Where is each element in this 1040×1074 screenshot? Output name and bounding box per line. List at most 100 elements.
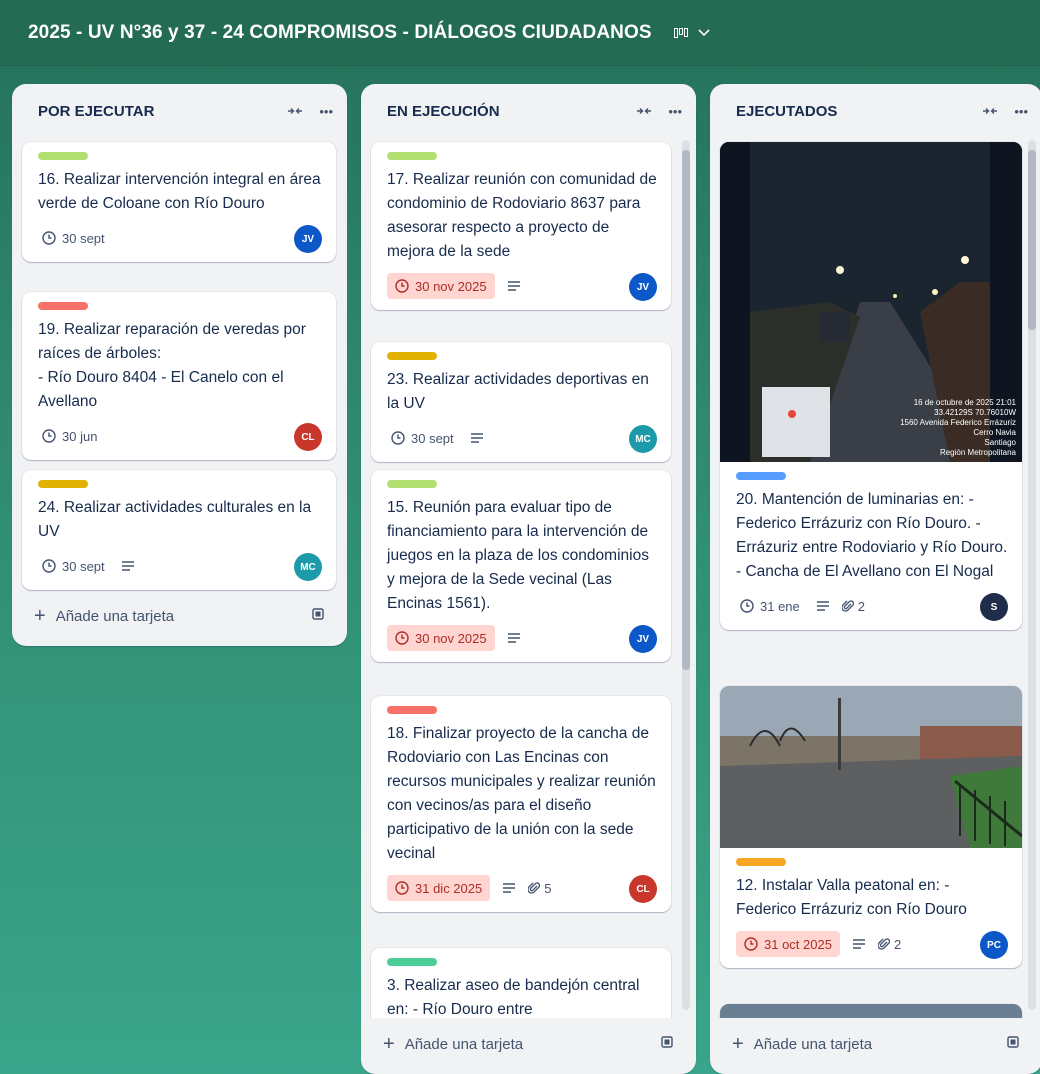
card-label[interactable] <box>387 706 437 714</box>
due-date-text: 30 sept <box>411 430 454 446</box>
card-label[interactable] <box>387 958 437 966</box>
card-title: 18. Finalizar proyecto de la cancha de R… <box>387 725 656 862</box>
card-title: 3. Realizar aseo de bandejón central en:… <box>387 977 640 1018</box>
due-date-text: 31 dic 2025 <box>415 880 483 896</box>
description-icon <box>502 882 516 894</box>
clock-icon <box>740 599 754 613</box>
list-por-ejecutar: POR EJECUTAR ••• 16. Realizar intervenci… <box>12 84 347 646</box>
paperclip-icon <box>841 600 854 612</box>
board-title[interactable]: 2025 - UV N°36 y 37 - 24 COMPROMISOS - D… <box>28 22 652 44</box>
member-avatar[interactable]: CL <box>629 875 657 903</box>
card[interactable]: 17. Realizar reunión con comunidad de co… <box>371 142 671 310</box>
card[interactable]: 16 de octubre de 2025 21:01 33.42129S 70… <box>720 142 1022 630</box>
card-title: 12. Instalar Valla peatonal en: - Federi… <box>736 877 967 918</box>
list-menu-icon[interactable]: ••• <box>319 104 333 119</box>
attachment-badge: 2 <box>877 936 902 952</box>
board-lists: POR EJECUTAR ••• 16. Realizar intervenci… <box>12 84 1040 1074</box>
add-card-button[interactable]: + Añade una tarjeta <box>22 598 337 634</box>
member-avatar[interactable]: JV <box>629 273 657 301</box>
add-card-button[interactable]: + Añade una tarjeta <box>371 1026 686 1062</box>
clock-icon <box>395 631 409 645</box>
view-switcher[interactable] <box>673 27 710 38</box>
photo-geotag-caption: 16 de octubre de 2025 21:01 33.42129S 70… <box>900 398 1016 457</box>
plus-icon: + <box>732 1032 744 1055</box>
add-card-label: Añade una tarjeta <box>55 607 175 625</box>
attachment-count: 5 <box>544 880 552 896</box>
card-label[interactable] <box>38 480 88 488</box>
member-avatar[interactable]: MC <box>629 425 657 453</box>
card-title: 23. Realizar actividades deportivas en l… <box>387 371 649 412</box>
list-header: EJECUTADOS ••• <box>710 84 1040 138</box>
card-label[interactable] <box>387 480 437 488</box>
card-label[interactable] <box>736 858 786 866</box>
card-template-icon[interactable] <box>311 607 325 625</box>
card[interactable]: 23. Realizar actividades deportivas en l… <box>371 342 671 462</box>
due-date-badge[interactable]: 30 nov 2025 <box>387 625 495 651</box>
add-card-label: Añade una tarjeta <box>753 1035 873 1053</box>
add-card-label: Añade una tarjeta <box>404 1035 524 1053</box>
card-title: 15. Reunión para evaluar tipo de financi… <box>387 499 649 612</box>
description-icon <box>507 280 521 292</box>
board-header: 2025 - UV N°36 y 37 - 24 COMPROMISOS - D… <box>0 0 1040 66</box>
street-fence-photo <box>720 686 1022 848</box>
card[interactable]: 16. Realizar intervención integral en ár… <box>22 142 336 262</box>
due-date-badge[interactable]: 31 ene <box>736 593 804 619</box>
description-icon <box>470 432 484 444</box>
card-template-icon[interactable] <box>1006 1035 1020 1053</box>
collapse-list-icon[interactable] <box>982 106 998 116</box>
chevron-down-icon <box>698 28 710 36</box>
list-scrollbar[interactable] <box>1028 140 1036 1010</box>
card[interactable] <box>720 1004 1022 1018</box>
list-menu-icon[interactable]: ••• <box>668 104 682 119</box>
card[interactable]: 3. Realizar aseo de bandejón central en:… <box>371 948 671 1018</box>
due-date-badge[interactable]: 30 sept <box>38 553 109 579</box>
list-title[interactable]: EJECUTADOS <box>736 103 837 120</box>
member-avatar[interactable]: JV <box>294 225 322 253</box>
card-label[interactable] <box>38 152 88 160</box>
due-date-badge[interactable]: 30 sept <box>38 225 109 251</box>
collapse-list-icon[interactable] <box>636 106 652 116</box>
due-date-badge[interactable]: 31 dic 2025 <box>387 875 491 901</box>
scrollbar-thumb[interactable] <box>1028 150 1036 330</box>
card-label[interactable] <box>387 152 437 160</box>
card[interactable]: 15. Reunión para evaluar tipo de financi… <box>371 470 671 662</box>
attachment-badge: 5 <box>528 881 551 896</box>
clock-icon <box>395 881 409 895</box>
description-icon <box>852 938 866 950</box>
collapse-list-icon[interactable] <box>287 106 303 116</box>
card-label[interactable] <box>387 352 437 360</box>
due-date-text: 30 jun <box>62 428 98 444</box>
due-date-badge[interactable]: 30 jun <box>38 423 101 449</box>
member-avatar[interactable]: PC <box>980 931 1008 959</box>
card[interactable]: 18. Finalizar proyecto de la cancha de R… <box>371 696 671 912</box>
card-title: 17. Realizar reunión con comunidad de co… <box>387 171 657 260</box>
due-date-badge[interactable]: 30 nov 2025 <box>387 273 495 299</box>
member-avatar[interactable]: S <box>980 593 1008 621</box>
card-title: 20. Mantención de luminarias en: - Feder… <box>736 491 1008 580</box>
attachment-count: 2 <box>857 598 865 614</box>
add-card-button[interactable]: + Añade una tarjeta <box>720 1026 1032 1062</box>
member-avatar[interactable]: JV <box>629 625 657 653</box>
member-avatar[interactable]: CL <box>294 423 322 451</box>
scrollbar-thumb[interactable] <box>682 150 690 670</box>
due-date-badge[interactable]: 31 oct 2025 <box>736 931 840 957</box>
list-title[interactable]: POR EJECUTAR <box>38 103 154 120</box>
member-avatar[interactable]: MC <box>294 553 322 581</box>
card-title: 19. Realizar reparación de veredas por r… <box>38 321 306 410</box>
plus-icon: + <box>383 1032 395 1055</box>
card-template-icon[interactable] <box>660 1035 674 1053</box>
card[interactable]: 12. Instalar Valla peatonal en: - Federi… <box>720 686 1022 968</box>
card-label[interactable] <box>736 472 786 480</box>
attachment-count: 2 <box>893 936 902 952</box>
due-date-badge[interactable]: 30 sept <box>387 425 458 451</box>
list-scrollbar[interactable] <box>682 140 690 1010</box>
list-menu-icon[interactable]: ••• <box>1014 104 1028 119</box>
clock-icon <box>744 937 758 951</box>
card-label[interactable] <box>38 302 88 310</box>
clock-icon <box>42 559 56 573</box>
due-date-text: 30 nov 2025 <box>415 630 487 646</box>
clock-icon <box>42 429 56 443</box>
card[interactable]: 24. Realizar actividades culturales en l… <box>22 470 336 590</box>
list-title[interactable]: EN EJECUCIÓN <box>387 103 500 120</box>
card[interactable]: 19. Realizar reparación de veredas por r… <box>22 292 336 460</box>
